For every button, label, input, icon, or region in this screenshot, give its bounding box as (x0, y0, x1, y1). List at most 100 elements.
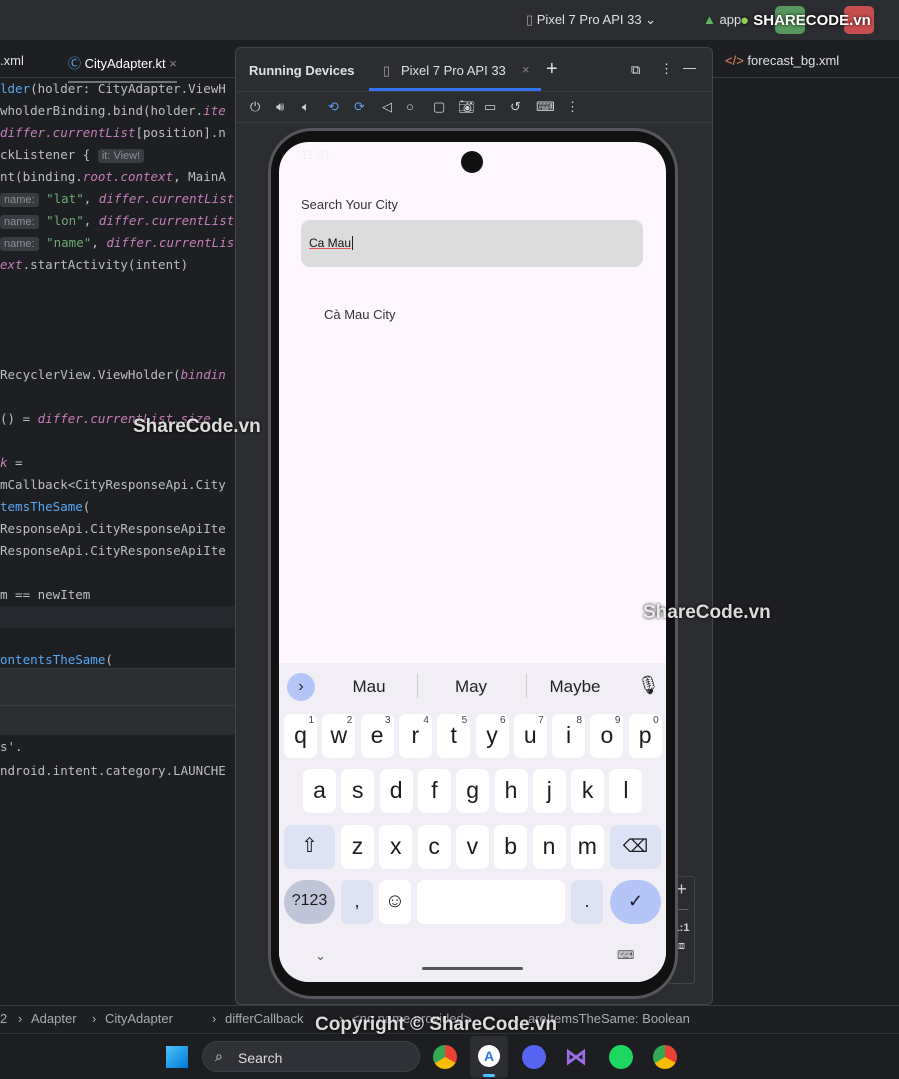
rotate-right-icon[interactable]: ⟳ (354, 99, 365, 115)
android-studio-icon[interactable]: A (470, 1036, 508, 1078)
key-a[interactable]: a (303, 769, 336, 813)
volume-down-icon[interactable]: 🔈︎ (302, 99, 310, 115)
key-f[interactable]: f (417, 769, 451, 813)
key-v[interactable]: v (455, 825, 489, 869)
breadcrumb-item[interactable]: 2 (0, 1011, 7, 1026)
keyboard-switch-icon[interactable]: ⌨ (617, 948, 634, 962)
code-line: k = (0, 452, 23, 474)
key-e[interactable]: e3 (360, 714, 394, 758)
rotate-left-icon[interactable]: ⟲ (328, 99, 339, 115)
volume-up-icon[interactable]: 🔊︎ (276, 99, 284, 115)
close-icon[interactable]: × (522, 62, 530, 77)
screen-record-icon[interactable]: ▭ (484, 99, 496, 115)
key-h[interactable]: h (494, 769, 528, 813)
key-x[interactable]: x (379, 825, 413, 869)
key-i[interactable]: i8 (552, 714, 586, 758)
device-selector[interactable]: ▯ Pixel 7 Pro API 33 ⌄ (526, 12, 656, 28)
gesture-nav-bar[interactable] (422, 967, 523, 970)
key-q[interactable]: q1 (284, 714, 317, 758)
screenshot-icon[interactable]: 📷︎ (458, 99, 475, 115)
emoji-key[interactable]: ☺ (379, 880, 411, 924)
chevron-right-icon[interactable]: › (287, 673, 315, 701)
microphone-icon[interactable]: 🎙︎ (637, 675, 660, 696)
code-token: lder (0, 81, 31, 96)
suggestion[interactable]: May (436, 677, 506, 697)
search-label: Search Your City (301, 197, 398, 212)
city-search-input[interactable]: Ca Mau (301, 220, 643, 267)
chrome-profile-icon[interactable] (653, 1045, 677, 1069)
suggestion[interactable]: Mau (334, 677, 404, 697)
key-hint: 4 (423, 715, 429, 726)
code-token: mCallback<CityResponseApi.City (0, 477, 226, 492)
divider (526, 674, 527, 698)
key-y[interactable]: y6 (475, 714, 509, 758)
key-hint: 7 (538, 715, 544, 726)
key-u[interactable]: u7 (513, 714, 547, 758)
reset-icon[interactable]: ↺ (510, 99, 521, 115)
close-icon[interactable]: × (169, 56, 177, 71)
windows-taskbar: ⌕ Search A ⋈ (0, 1033, 899, 1079)
key-t[interactable]: t5 (437, 714, 471, 758)
key-w[interactable]: w2 (322, 714, 356, 758)
hide-keyboard-icon[interactable]: ⌄ (315, 948, 326, 964)
key-d[interactable]: d (379, 769, 413, 813)
chrome-icon[interactable] (433, 1045, 457, 1069)
key-z[interactable]: z (341, 825, 374, 869)
power-icon[interactable]: ⏻ (250, 99, 260, 115)
back-icon[interactable]: ◁ (382, 99, 392, 115)
comma-key[interactable]: , (341, 880, 373, 924)
period-key[interactable]: . (571, 880, 603, 924)
windows-start-icon[interactable] (166, 1046, 188, 1068)
add-device-icon[interactable]: + (546, 58, 558, 81)
breadcrumb-item[interactable]: CityAdapter (105, 1011, 173, 1026)
shift-key[interactable]: ⇧ (284, 825, 335, 869)
key-n[interactable]: n (532, 825, 566, 869)
visual-studio-icon[interactable]: ⋈ (565, 1045, 589, 1069)
space-key[interactable] (417, 880, 565, 924)
code-line: mCallback<CityResponseApi.City (0, 474, 226, 496)
key-l[interactable]: l (609, 769, 643, 813)
code-token: = (7, 455, 23, 470)
breadcrumb-item[interactable]: Adapter (31, 1011, 77, 1026)
overview-icon[interactable]: ▢ (433, 99, 445, 115)
tab-forecast-bg[interactable]: </> forecast_bg.xml (725, 53, 839, 68)
backspace-key[interactable]: ⌫ (610, 825, 661, 869)
key-g[interactable]: g (456, 769, 490, 813)
code-token: , (83, 213, 99, 228)
device-screen[interactable]: 11:01 Search Your City Ca Mau Cà Mau Cit… (279, 142, 666, 982)
device-tab[interactable]: ▯ Pixel 7 Pro API 33 × (369, 48, 541, 91)
key-c[interactable]: c (417, 825, 451, 869)
restore-icon[interactable]: ⧉ (631, 62, 640, 78)
breadcrumb-item[interactable]: differCallback (225, 1011, 304, 1026)
key-r[interactable]: r4 (398, 714, 432, 758)
code-line: name: "name", differ.currentLis (0, 232, 234, 254)
key-j[interactable]: j (532, 769, 566, 813)
key-o[interactable]: o9 (590, 714, 624, 758)
keyboard-icon[interactable]: ⌨ (536, 99, 555, 115)
code-token: ckListener { (0, 147, 98, 162)
city-result-item[interactable]: Cà Mau City (324, 307, 396, 322)
minimize-icon[interactable]: — (683, 60, 696, 75)
taskbar-search[interactable]: ⌕ Search (202, 1041, 420, 1072)
discord-icon[interactable] (522, 1045, 546, 1069)
enter-key[interactable]: ✓ (610, 880, 661, 924)
code-editor[interactable]: lder(holder: CityAdapter.ViewH wholderBin… (0, 78, 236, 668)
key-p[interactable]: p0 (628, 714, 662, 758)
key-k[interactable]: k (571, 769, 605, 813)
key-s[interactable]: s (341, 769, 375, 813)
more-icon[interactable]: ⋮ (566, 99, 579, 115)
code-line: name: "lon", differ.currentList (0, 210, 234, 232)
spotify-icon[interactable] (609, 1045, 633, 1069)
symbols-key[interactable]: ?123 (284, 880, 335, 924)
watermark: ShareCode.vn (133, 416, 261, 437)
tab-xml[interactable]: .xml (0, 53, 24, 68)
key-m[interactable]: m (570, 825, 604, 869)
run-config-selector[interactable]: ▲ app (703, 12, 741, 27)
home-icon[interactable]: ○ (406, 99, 414, 114)
code-token: , (83, 191, 99, 206)
suggestion[interactable]: Maybe (539, 677, 611, 697)
more-icon[interactable]: ⋮ (660, 61, 673, 77)
panel-title: Running Devices (249, 63, 355, 78)
key-hint: 8 (576, 715, 583, 726)
key-b[interactable]: b (494, 825, 528, 869)
